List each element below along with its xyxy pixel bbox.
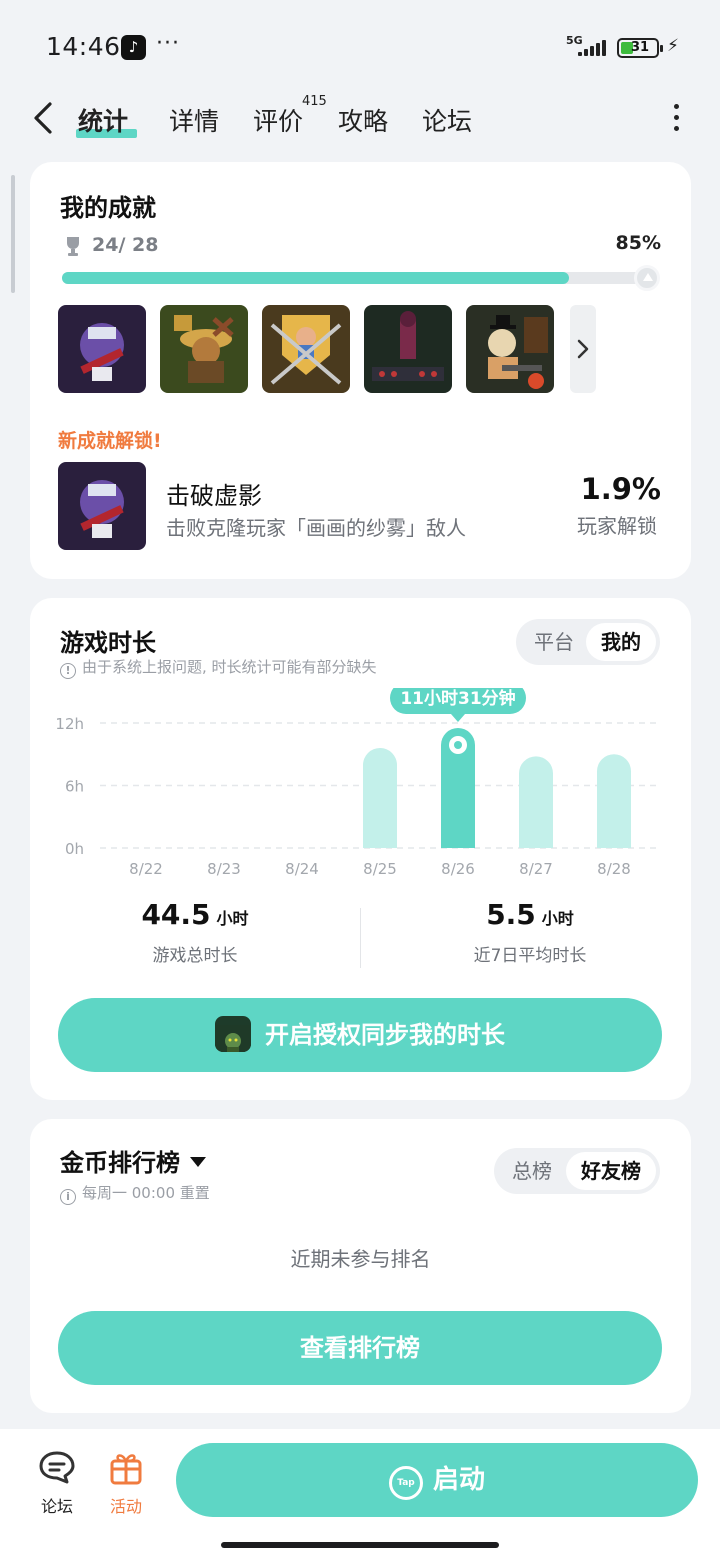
y-tick-label: 6h: [65, 778, 84, 796]
chart-bar: [597, 754, 631, 848]
leaderboard-empty-text: 近期未参与排名: [290, 1247, 431, 1271]
tap-logo-icon: Tap: [388, 1466, 423, 1500]
status-bar: 14:46 ♪ ··· 5G 31 ⚡: [0, 0, 720, 90]
new-achievement-rate-label: 玩家解锁: [577, 514, 657, 538]
new-achievement-label: 新成就解锁!: [58, 430, 162, 452]
bottom-forum-button[interactable]: 论坛: [31, 1449, 83, 1517]
total-playtime-value: 44.5: [141, 898, 211, 931]
achievement-progress: [62, 265, 660, 291]
highlight-tooltip-label: 11小时31分钟: [400, 688, 515, 709]
toggle-mine[interactable]: 我的: [586, 623, 656, 661]
stats-divider: [360, 908, 361, 968]
achievements-more-button[interactable]: [570, 305, 596, 393]
reviews-count-badge: 415: [302, 94, 327, 109]
average-playtime-unit: 小时: [541, 909, 574, 928]
more-menu-icon[interactable]: [668, 104, 684, 134]
new-achievement-rate: 1.9%: [580, 472, 661, 506]
playtime-title: 游戏时长: [60, 629, 156, 657]
leaderboard-title[interactable]: 金币排行榜: [60, 1143, 206, 1178]
forum-icon: [39, 1451, 75, 1484]
y-tick-label: 12h: [55, 715, 84, 733]
tab-forum[interactable]: 论坛: [422, 102, 472, 138]
playtime-note: ! 由于系统上报问题, 时长统计可能有部分缺失: [60, 656, 377, 679]
leaderboard-note-text: 每周一 00:00 重置: [82, 1184, 210, 1202]
leaderboard-toggle: 总榜 好友榜: [494, 1148, 660, 1194]
x-tick-label: 8/23: [207, 860, 241, 878]
tooltip-pointer: [451, 714, 465, 722]
view-leaderboard-label: 查看排行榜: [300, 1334, 420, 1362]
toggle-friends[interactable]: 好友榜: [566, 1152, 656, 1190]
status-time: 14:46: [46, 32, 121, 61]
leaderboard-note: i 每周一 00:00 重置: [60, 1182, 210, 1205]
top-nav: 统计 详情 评价 415 攻略 论坛: [0, 90, 720, 150]
trophy-icon: [67, 237, 79, 256]
home-indicator: [221, 1542, 499, 1548]
launch-label: 启动: [432, 1465, 485, 1495]
chart-bar: [363, 748, 397, 848]
bottom-events-button[interactable]: 活动: [100, 1449, 152, 1517]
new-achievement-description: 击败克隆玩家「画画的纱雾」敌人: [166, 516, 466, 540]
progress-knob-icon: [634, 265, 660, 291]
dropdown-caret-icon: [190, 1157, 206, 1167]
average-playtime-label: 近7日平均时长: [473, 946, 587, 966]
signal-icon: [578, 40, 608, 56]
new-achievement-thumb[interactable]: [58, 462, 146, 550]
bottom-bar: 论坛 活动 Tap 启动: [0, 1429, 720, 1559]
gift-icon: [110, 1454, 142, 1485]
battery-level: 31: [631, 40, 650, 55]
launch-game-button[interactable]: Tap 启动: [176, 1443, 698, 1517]
total-playtime-label: 游戏总时长: [152, 946, 238, 966]
x-tick-label: 8/22: [129, 860, 163, 878]
playtime-note-text: 由于系统上报问题, 时长统计可能有部分缺失: [82, 658, 377, 676]
charging-icon: ⚡: [667, 36, 679, 56]
tab-details[interactable]: 详情: [169, 102, 219, 138]
sync-playtime-label: 开启授权同步我的时长: [265, 1021, 505, 1049]
achievement-thumb[interactable]: [262, 305, 350, 393]
chart-bar: [519, 756, 553, 848]
toggle-platform[interactable]: 平台: [522, 623, 586, 661]
x-tick-label: 8/25: [363, 860, 397, 878]
total-playtime-unit: 小时: [216, 909, 249, 928]
tiktok-notification-icon: ♪: [121, 35, 146, 60]
average-playtime-value: 5.5: [486, 898, 536, 931]
leaderboard-card: 金币排行榜 总榜 好友榜 i 每周一 00:00 重置 近期未参与排名 查看排行榜: [30, 1119, 691, 1413]
leaderboard-title-text: 金币排行榜: [60, 1149, 180, 1177]
game-app-icon: [215, 1016, 251, 1052]
achievement-thumb[interactable]: [58, 305, 146, 393]
tab-reviews[interactable]: 评价: [253, 102, 303, 138]
playtime-toggle: 平台 我的: [516, 619, 660, 665]
x-tick-label: 8/28: [597, 860, 631, 878]
tab-stats[interactable]: 统计: [78, 102, 128, 138]
x-tick-label: 8/24: [285, 860, 319, 878]
scroll-indicator: [11, 175, 15, 293]
achievement-thumb[interactable]: [364, 305, 452, 393]
view-leaderboard-button[interactable]: 查看排行榜: [58, 1311, 662, 1385]
bottom-forum-label: 论坛: [40, 1497, 73, 1516]
achievements-card: 我的成就 24/ 28 85% 新成就解锁! 击破虚影 击败克隆玩家「画画的纱雾…: [30, 162, 691, 579]
achievement-thumb[interactable]: [160, 305, 248, 393]
x-tick-label: 8/27: [519, 860, 553, 878]
average-playtime: 5.5 小时 近7日平均时长: [430, 898, 630, 966]
sync-playtime-button[interactable]: 开启授权同步我的时长: [58, 998, 662, 1072]
bottom-events-label: 活动: [109, 1497, 142, 1516]
x-tick-label: 8/26: [441, 860, 475, 878]
new-achievement-name: 击破虚影: [166, 482, 262, 510]
toggle-overall[interactable]: 总榜: [500, 1152, 564, 1190]
y-tick-label: 0h: [65, 840, 84, 858]
back-arrow-icon[interactable]: [30, 100, 60, 136]
achievement-count: 24/ 28: [92, 234, 159, 256]
achievement-thumb[interactable]: [466, 305, 554, 393]
more-notifications-icon: ···: [156, 31, 180, 56]
tab-guides[interactable]: 攻略: [338, 102, 388, 138]
total-playtime: 44.5 小时 游戏总时长: [90, 898, 300, 966]
playtime-card: 游戏时长 平台 我的 ! 由于系统上报问题, 时长统计可能有部分缺失 12h 6h 0…: [30, 598, 691, 1100]
bar-marker-dot: [454, 741, 462, 749]
battery-icon: 31: [617, 38, 663, 58]
info-icon: i: [60, 1189, 76, 1205]
achievements-title: 我的成就: [60, 194, 156, 222]
playtime-chart: 12h 6h 0h 8/22 8/23 8/24 8/25 11小时31分钟 8/26 8/27 8…: [55, 688, 660, 878]
chevron-right-icon: [577, 339, 589, 359]
info-icon: !: [60, 663, 76, 679]
achievement-percent: 85%: [615, 232, 661, 254]
